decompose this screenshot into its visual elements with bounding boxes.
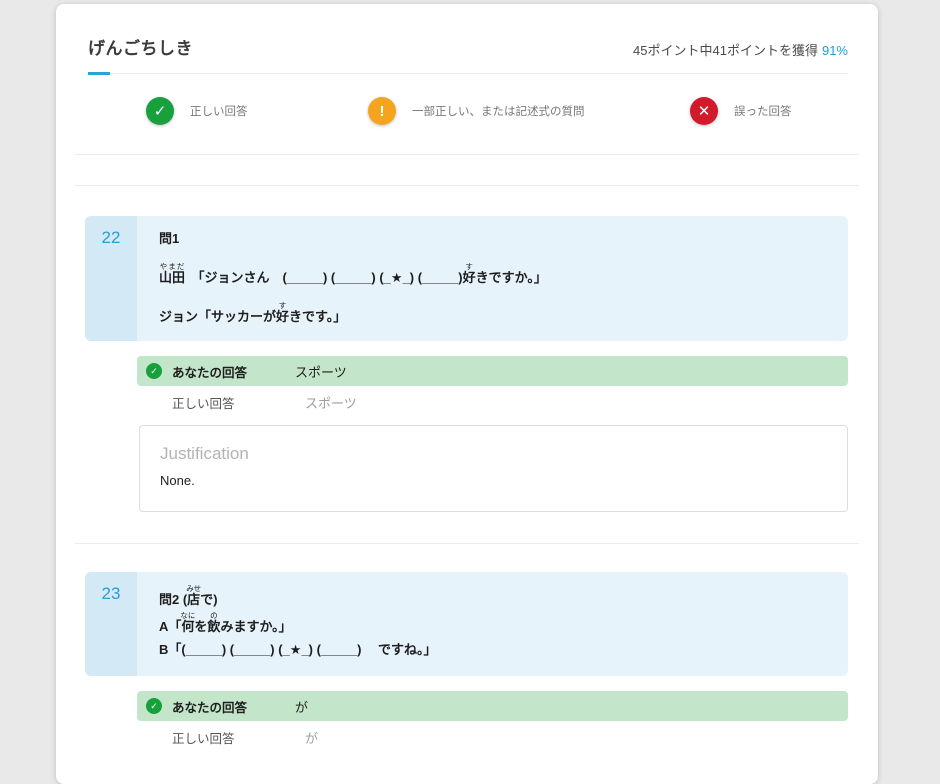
legend: ✓ 正しい回答 ! 一部正しい、または記述式の質問 ✕ 誤った回答	[75, 75, 859, 155]
correct-answer-label: 正しい回答	[172, 393, 305, 412]
score-percent: 91%	[822, 43, 848, 58]
question-text-line: ジョン「サッカーが好すきです。」	[159, 301, 828, 325]
correct-answer-value: スポーツ	[305, 393, 357, 412]
check-circle-icon: ✓	[146, 698, 162, 714]
question-heading: 問1	[159, 228, 828, 247]
page-title: げんごちしき	[88, 34, 193, 59]
justification-value: None.	[160, 473, 827, 488]
answers-section-23: ✓ あなたの回答 が 正しい回答 が	[137, 691, 848, 753]
question-text-line: B「(_____) (_____) (_★_) (_____) ですね。」	[159, 640, 828, 660]
your-answer-bar: ✓ あなたの回答 スポーツ	[137, 356, 848, 386]
legend-label-correct: 正しい回答	[190, 103, 248, 119]
your-answer-value: が	[295, 697, 308, 716]
legend-item-wrong: ✕ 誤った回答	[690, 97, 792, 125]
x-circle-icon: ✕	[690, 97, 718, 125]
legend-label-partial: 一部正しい、または記述式の質問	[412, 103, 585, 119]
legend-item-partial: ! 一部正しい、または記述式の質問	[368, 97, 585, 125]
correct-answer-row: 正しい回答 が	[137, 721, 848, 753]
score-text: 45ポイント中41ポイントを獲得	[633, 43, 818, 58]
check-circle-icon: ✓	[146, 97, 174, 125]
question-body: 問2 (店みせで) A「何なにを飲のみますか。」 B「(_____) (____…	[137, 572, 848, 676]
legend-item-correct: ✓ 正しい回答	[146, 97, 248, 125]
question-text-line: A「何なにを飲のみますか。」	[159, 611, 828, 637]
question-heading: 問2 (店みせで)	[159, 584, 828, 608]
correct-answer-value: が	[305, 728, 318, 747]
your-answer-value: スポーツ	[295, 362, 347, 381]
your-answer-label: あなたの回答	[172, 697, 295, 716]
question-block-23: 23 問2 (店みせで) A「何なにを飲のみますか。」 B「(_____) (_…	[85, 572, 848, 676]
section-divider-strip	[75, 155, 859, 186]
results-card: げんごちしき 45ポイント中41ポイントを獲得 91% ✓ 正しい回答 ! 一部正…	[56, 4, 878, 784]
question-body: 問1 山田やまだ 「ジョンさん (_____) (_____) (_★_) (_…	[137, 216, 848, 341]
score-summary: 45ポイント中41ポイントを獲得 91%	[633, 40, 848, 59]
justification-label: Justification	[160, 444, 827, 464]
your-answer-label: あなたの回答	[172, 362, 295, 381]
answers-section-22: ✓ あなたの回答 スポーツ 正しい回答 スポーツ Justification N…	[137, 356, 848, 512]
question-text-line: 山田やまだ 「ジョンさん (_____) (_____) (_★_) (____…	[159, 262, 828, 286]
your-answer-bar: ✓ あなたの回答 が	[137, 691, 848, 721]
question-divider	[75, 543, 859, 544]
legend-label-wrong: 誤った回答	[734, 103, 792, 119]
correct-answer-label: 正しい回答	[172, 728, 305, 747]
question-number: 23	[85, 572, 137, 676]
check-circle-icon: ✓	[146, 363, 162, 379]
justification-box: Justification None.	[139, 425, 848, 512]
exclamation-circle-icon: !	[368, 97, 396, 125]
correct-answer-row: 正しい回答 スポーツ	[137, 386, 848, 418]
question-block-22: 22 問1 山田やまだ 「ジョンさん (_____) (_____) (_★_)…	[85, 216, 848, 341]
results-header: げんごちしき 45ポイント中41ポイントを獲得 91%	[56, 4, 878, 59]
question-number: 22	[85, 216, 137, 341]
